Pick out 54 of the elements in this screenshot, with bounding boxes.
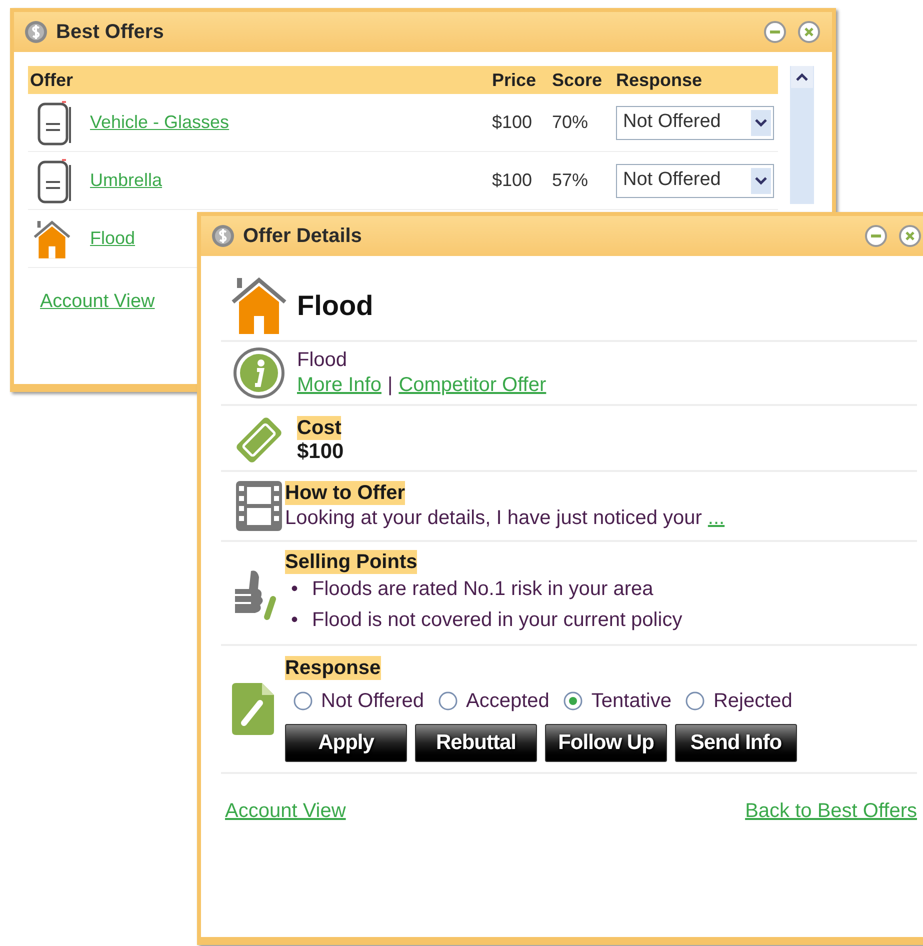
action-button[interactable]: Apply xyxy=(285,724,407,762)
offer-description: Flood xyxy=(297,348,348,373)
film-icon xyxy=(233,478,285,534)
document-icon xyxy=(36,156,72,204)
score-cell-text: 57% xyxy=(552,169,590,192)
radio-option[interactable]: Rejected xyxy=(685,686,792,716)
action-button[interactable]: Rebuttal xyxy=(415,724,537,762)
cost-value: $100 xyxy=(297,440,345,464)
info-icon xyxy=(233,347,285,399)
window-title: Best Offers xyxy=(56,20,164,45)
section-heading: Selling Points xyxy=(285,550,418,574)
column-header: Offer xyxy=(29,68,74,92)
close-icon xyxy=(797,20,821,44)
scrollbar[interactable] xyxy=(790,66,814,204)
minimize-icon xyxy=(763,20,787,44)
bullet-mark: • xyxy=(291,577,298,602)
response-dropdown[interactable]: Not Offered xyxy=(616,106,774,140)
radio-icon[interactable] xyxy=(685,691,706,711)
house-icon xyxy=(229,276,289,336)
offer-script-text: Looking at your details, I have just noticed your xyxy=(285,506,702,531)
radio-icon[interactable] xyxy=(438,691,458,711)
minimize-icon xyxy=(864,224,888,248)
score-cell-text: 70% xyxy=(552,111,590,134)
action-button[interactable]: Send Info xyxy=(675,724,797,762)
product-title: Flood xyxy=(297,289,374,323)
close-icon xyxy=(898,224,922,248)
minimize-button[interactable] xyxy=(863,223,889,249)
section-heading: How to Offer xyxy=(285,481,405,505)
price-cell-text: $100 xyxy=(492,111,534,134)
link-separator: | xyxy=(387,373,393,398)
scroll-up-icon xyxy=(791,66,813,88)
radio-icon[interactable] xyxy=(293,691,313,711)
selling-point: Flood is not covered in your current policy xyxy=(312,608,682,633)
bullet-mark: • xyxy=(291,608,298,633)
selling-point: Floods are rated No.1 risk in your area xyxy=(312,577,654,602)
minimize-button[interactable] xyxy=(762,19,788,45)
radio-option[interactable]: Not Offered xyxy=(293,686,424,716)
column-header: Score xyxy=(552,68,604,92)
response-dropdown[interactable]: Not Offered xyxy=(616,164,774,198)
action-button[interactable]: Follow Up xyxy=(545,724,667,762)
price-cell-text: $100 xyxy=(492,169,534,192)
close-button[interactable] xyxy=(796,19,822,45)
radio-option[interactable]: Accepted xyxy=(438,686,550,716)
radio-option[interactable]: Tentative xyxy=(563,686,672,716)
close-button[interactable] xyxy=(897,223,923,249)
document-edit-icon xyxy=(230,681,276,737)
dollar-icon xyxy=(24,20,48,44)
radio-icon[interactable] xyxy=(563,691,584,711)
column-header: Price xyxy=(492,68,538,92)
window-title: Offer Details xyxy=(243,224,362,249)
dollar-icon xyxy=(211,224,235,248)
section-heading: Response xyxy=(285,656,381,680)
column-header: Response xyxy=(616,68,704,92)
document-icon xyxy=(36,98,72,146)
